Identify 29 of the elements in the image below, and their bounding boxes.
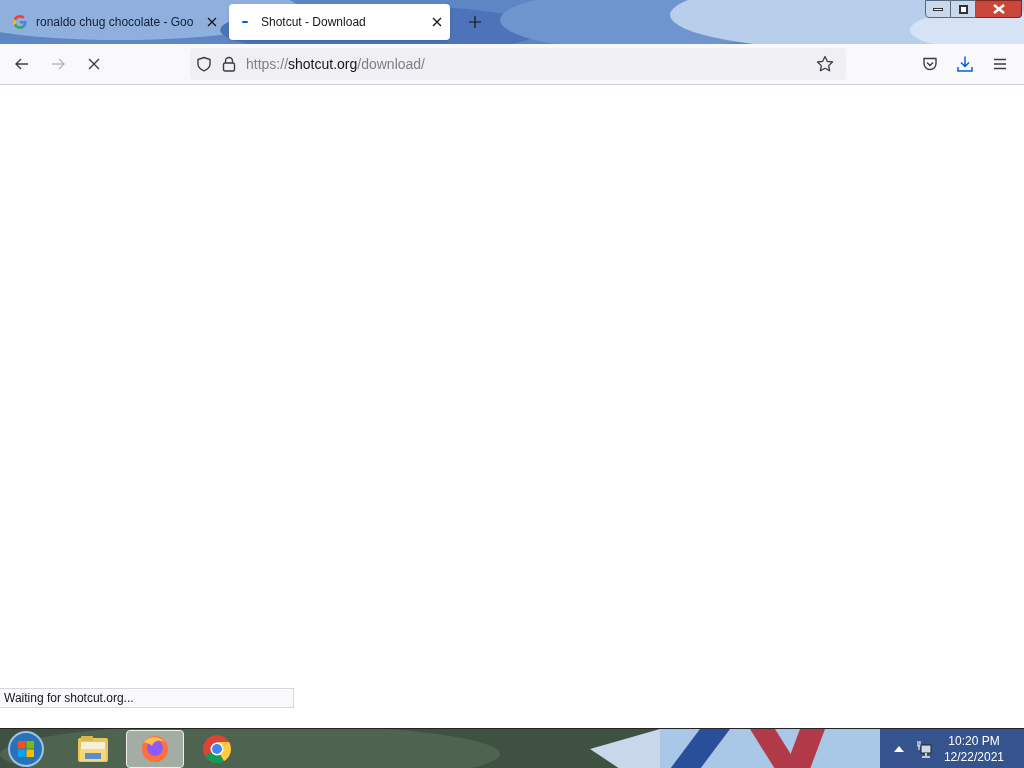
status-tooltip: Waiting for shotcut.org...	[0, 688, 294, 708]
bookmark-star-icon[interactable]	[816, 55, 834, 73]
windows-logo-icon	[17, 739, 35, 758]
tab-title: Shotcut - Download	[261, 14, 367, 31]
restore-button[interactable]	[951, 0, 976, 18]
chrome-icon	[202, 733, 232, 764]
lock-icon	[222, 56, 236, 72]
url-text: https://shotcut.org/download/	[246, 54, 425, 74]
minimize-button[interactable]	[925, 0, 951, 18]
close-tab-icon[interactable]	[207, 17, 217, 27]
google-icon	[12, 14, 28, 30]
browser-tab[interactable]: Shotcut - Download	[229, 4, 450, 40]
clock-time: 10:20 PM	[948, 732, 1000, 749]
close-window-button[interactable]	[976, 0, 1022, 18]
menu-icon[interactable]	[992, 57, 1008, 71]
firefox-icon	[140, 733, 170, 764]
firefox-taskbar-button[interactable]	[126, 729, 184, 768]
pocket-icon[interactable]	[922, 56, 938, 72]
folder-icon	[77, 734, 109, 763]
download-icon[interactable]	[956, 55, 974, 73]
tab-title: ronaldo chug chocolate - Goo	[36, 14, 195, 31]
show-hidden-icons-icon[interactable]	[893, 745, 904, 752]
new-tab-icon[interactable]	[468, 15, 482, 29]
address-bar[interactable]: https://shotcut.org/download/	[190, 48, 846, 80]
shield-icon	[196, 56, 212, 72]
close-tab-icon[interactable]	[432, 17, 442, 27]
close-icon	[992, 4, 1005, 14]
clock-date: 12/22/2021	[943, 748, 1004, 765]
network-icon[interactable]	[915, 739, 932, 758]
